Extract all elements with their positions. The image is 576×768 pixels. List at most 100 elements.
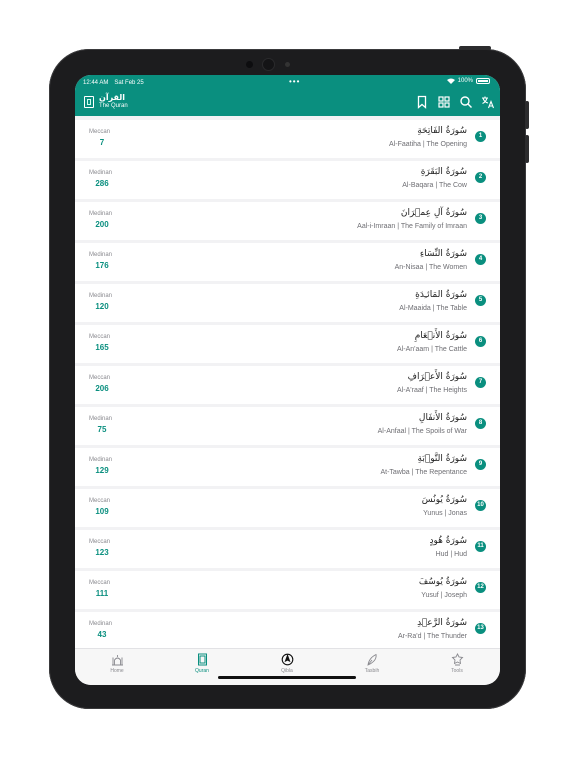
bookmark-icon[interactable] [415, 95, 429, 109]
verse-count: 43 [97, 630, 107, 639]
status-bar: 12:44 AM Sat Feb 25 ••• 100% [83, 77, 490, 88]
surah-name-arabic: سُورَةُ النِّسَاءِ [419, 249, 467, 259]
surah-name-english: At-Tawba | The Repentance [380, 469, 467, 476]
translate-icon[interactable] [481, 95, 495, 109]
surah-row[interactable]: Meccan 109 سُورَةُ يُونُسَ Yunus | Jonas 10 [75, 489, 500, 527]
surah-row[interactable]: Meccan 165 سُورَةُ الأَنۡعَامِ Al-An'aam | … [75, 325, 500, 363]
surah-name-arabic: سُورَةُ الأَنفَالِ [418, 413, 467, 423]
verse-count: 206 [95, 384, 109, 393]
top-button [459, 46, 491, 50]
tab-tools[interactable]: Tools [427, 652, 487, 674]
tab-home-label: Home [110, 668, 124, 674]
tasbih-icon [366, 653, 379, 666]
search-icon[interactable] [459, 95, 473, 109]
front-camera [263, 59, 274, 70]
surah-row[interactable]: Medinan 43 سُورَةُ الرَّعۡدِ Ar-Ra'd | The … [75, 612, 500, 650]
screen: 12:44 AM Sat Feb 25 ••• 100% القرآن The … [75, 75, 500, 685]
surah-row[interactable]: Medinan 120 سُورَةُ المَائـِدَةِ Al-Maaida … [75, 284, 500, 322]
surah-name-arabic: سُورَةُ يُونُسَ [421, 495, 467, 505]
surah-number-badge: 2 [475, 172, 486, 183]
surah-row[interactable]: Medinan 129 سُورَةُ التَّوۡبَةِ At-Tawba | … [75, 448, 500, 486]
surah-name-arabic: سُورَةُ الرَّعۡدِ [417, 618, 467, 628]
verse-count: 75 [97, 425, 107, 434]
app-title-arabic: القرآن [99, 93, 126, 102]
revelation-type: Meccan [89, 498, 111, 504]
tab-tasbih[interactable]: Tasbih [342, 653, 402, 674]
surah-name-arabic: سُورَةُ آلِ عِمۡرَانَ [400, 208, 467, 218]
tab-qibla[interactable]: Qibla [257, 653, 317, 674]
surah-row[interactable]: Medinan 200 سُورَةُ آلِ عِمۡرَانَ Aal-i-Imr… [75, 202, 500, 240]
surah-name-arabic: سُورَةُ هُودٍ [429, 536, 467, 546]
revelation-type: Medinan [89, 621, 113, 627]
home-indicator[interactable] [218, 676, 356, 679]
surah-row[interactable]: Meccan 111 سُورَةُ يُوسُفَ Yusuf | Joseph 12 [75, 571, 500, 609]
battery-icon [476, 78, 490, 84]
revelation-type: Meccan [89, 334, 111, 340]
tab-quran[interactable]: Quran [172, 653, 232, 674]
tab-home[interactable]: Home [87, 653, 147, 674]
surah-name-english: Yusuf | Joseph [421, 592, 467, 599]
surah-row[interactable]: Medinan 75 سُورَةُ الأَنفَالِ Al-Anfaal | T… [75, 407, 500, 445]
verse-count: 120 [95, 302, 109, 311]
tab-quran-label: Quran [195, 668, 209, 674]
revelation-type: Medinan [89, 170, 113, 176]
revelation-type: Meccan [89, 580, 111, 586]
tab-tasbih-label: Tasbih [364, 668, 380, 674]
status-date: Sat Feb 25 [114, 80, 144, 86]
tab-qibla-label: Qibla [281, 668, 293, 674]
surah-name-english: Yunus | Jonas [423, 510, 467, 517]
revelation-type: Medinan [89, 252, 113, 258]
revelation-type: Medinan [89, 457, 113, 463]
surah-number-badge: 12 [475, 582, 486, 593]
surah-name-arabic: سُورَةُ الفَاتِحَةِ [417, 126, 467, 136]
verse-count: 200 [95, 220, 109, 229]
surah-number-badge: 3 [475, 213, 486, 224]
surah-name-arabic: سُورَةُ يُوسُفَ [418, 577, 467, 587]
compass-icon [281, 653, 294, 666]
surah-number-badge: 9 [475, 459, 486, 470]
surah-number-badge: 1 [475, 131, 486, 142]
surah-list[interactable]: Meccan 7 سُورَةُ الفَاتِحَةِ Al-Faatiha | T… [75, 116, 500, 650]
mosque-icon [111, 653, 124, 666]
battery-percent: 100% [457, 78, 473, 84]
verse-count: 286 [95, 179, 109, 188]
verse-count: 165 [95, 343, 109, 352]
surah-name-english: Ar-Ra'd | The Thunder [397, 633, 467, 640]
surah-name-english: Hud | Hud [435, 551, 467, 558]
surah-name-english: Al-Baqara | The Cow [402, 182, 467, 189]
surah-number-badge: 6 [475, 336, 486, 347]
quran-logo-icon [84, 96, 94, 108]
surah-row[interactable]: Meccan 206 سُورَةُ الأَعۡرَافِ Al-A'raaf | … [75, 366, 500, 404]
verse-count: 109 [95, 507, 109, 516]
surah-row[interactable]: Medinan 286 سُورَةُ البَقَرَةِ Al-Baqara | … [75, 161, 500, 199]
surah-name-english: An-Nisaa | The Women [394, 264, 467, 271]
surah-number-badge: 10 [475, 500, 486, 511]
multitasking-dots-icon[interactable]: ••• [289, 77, 300, 86]
surah-row[interactable]: Meccan 7 سُورَةُ الفَاتِحَةِ Al-Faatiha | T… [75, 120, 500, 158]
surah-name-arabic: سُورَةُ الأَعۡرَافِ [407, 372, 467, 382]
surah-number-badge: 4 [475, 254, 486, 265]
surah-name-english: Al-Anfaal | The Spoils of War [377, 428, 467, 435]
tools-icon [451, 652, 464, 666]
surah-name-english: Al-Faatiha | The Opening [389, 141, 467, 148]
surah-number-badge: 5 [475, 295, 486, 306]
verse-count: 111 [95, 589, 109, 598]
volume-down-button [525, 135, 529, 163]
app-header: 12:44 AM Sat Feb 25 ••• 100% القرآن The … [75, 75, 500, 116]
surah-name-english: Al-Maaida | The Table [399, 305, 467, 312]
surah-name-arabic: سُورَةُ الأَنۡعَامِ [414, 331, 467, 341]
revelation-type: Meccan [89, 539, 111, 545]
verse-count: 123 [95, 548, 109, 557]
app-title: The Quran [99, 103, 128, 109]
wifi-icon [446, 78, 455, 84]
sensor [246, 61, 253, 68]
quran-icon [196, 653, 209, 666]
surah-row[interactable]: Medinan 176 سُورَةُ النِّسَاءِ An-Nisaa | T… [75, 243, 500, 281]
revelation-type: Medinan [89, 293, 113, 299]
light-sensor [285, 62, 290, 67]
grid-icon[interactable] [437, 95, 451, 109]
tab-bar: Home Quran Qibla Tasbih Tools [75, 648, 500, 685]
surah-name-arabic: سُورَةُ البَقَرَةِ [420, 167, 467, 177]
surah-row[interactable]: Meccan 123 سُورَةُ هُودٍ Hud | Hud 11 [75, 530, 500, 568]
surah-name-english: Al-An'aam | The Cattle [397, 346, 467, 353]
